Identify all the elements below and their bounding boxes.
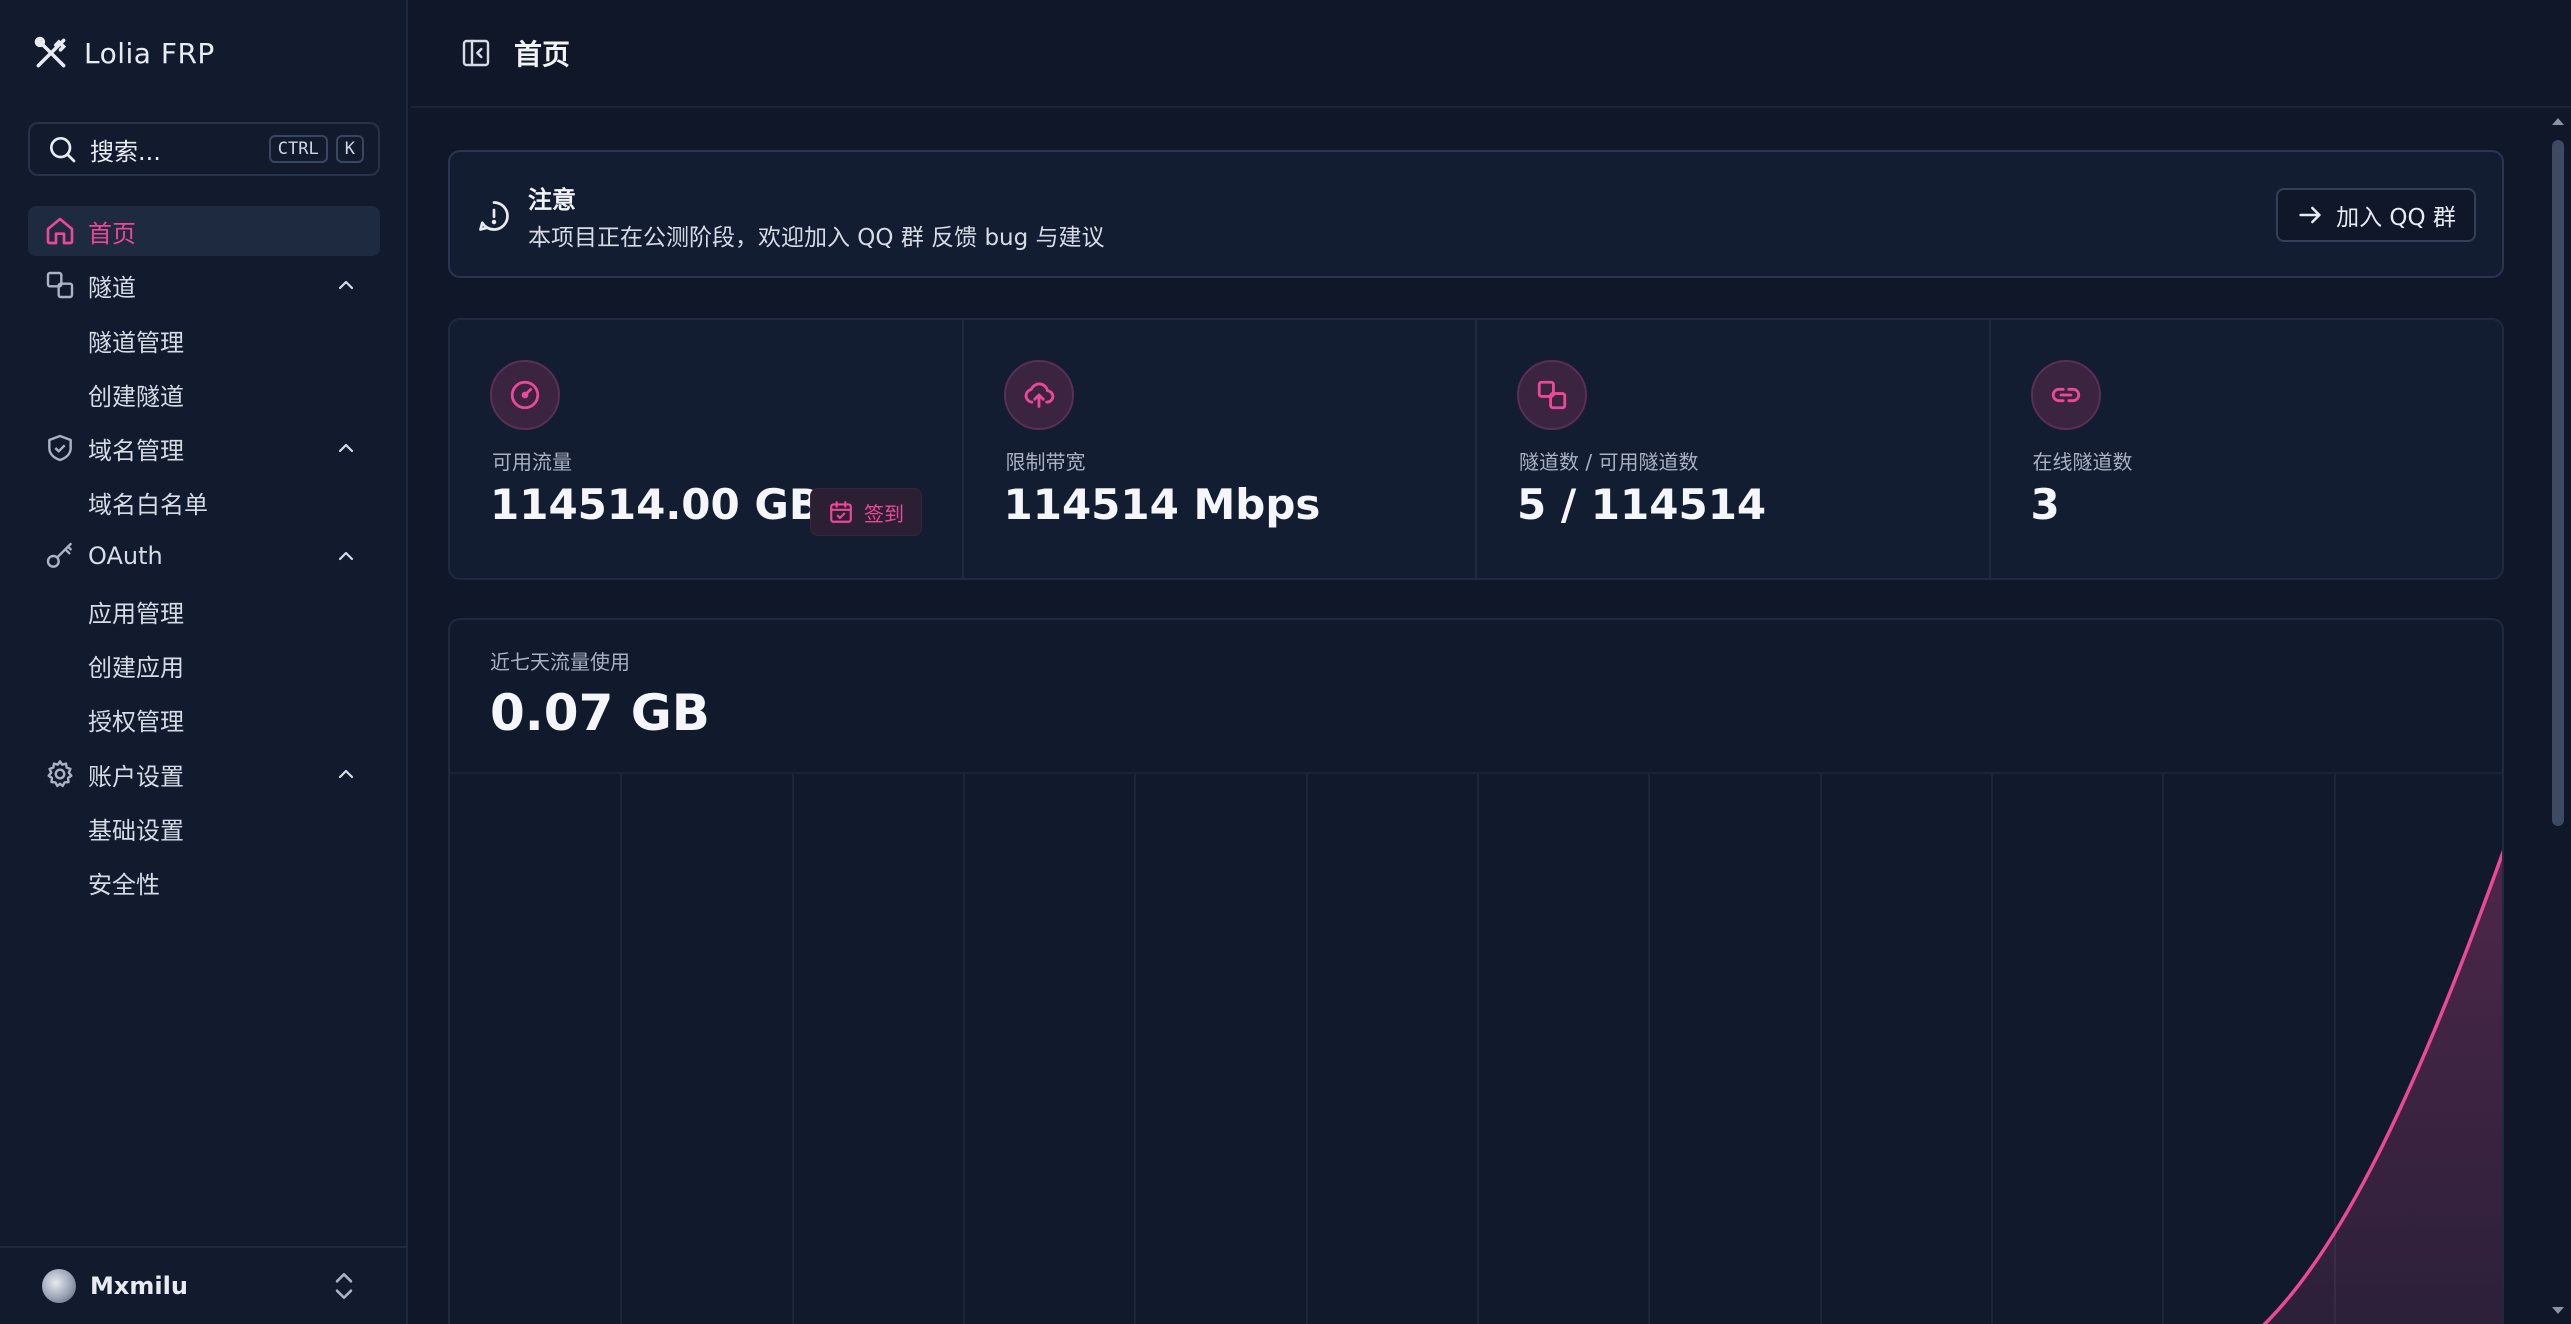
- sidebar-item-domain-whitelist[interactable]: 域名白名单: [88, 480, 208, 524]
- join-qq-group-label: 加入 QQ 群: [2336, 205, 2456, 231]
- chevron-up-icon[interactable]: [334, 762, 358, 786]
- brand[interactable]: Lolia FRP: [32, 32, 215, 74]
- stat-label: 隧道数 / 可用隧道数: [1519, 450, 1699, 474]
- traffic-usage-card: 近七天流量使用 0.07 GB: [448, 618, 2504, 1324]
- usage-area: [2264, 854, 2502, 1324]
- search-placeholder: 搜索...: [90, 137, 161, 166]
- checkin-label: 签到: [864, 501, 904, 526]
- top-header: 首页: [410, 0, 2571, 108]
- sidebar-item-label: 域名管理: [88, 436, 184, 465]
- sidebar-item-security[interactable]: 安全性: [88, 860, 160, 904]
- tunnel-icon: [46, 271, 74, 299]
- scroll-down-arrow-icon[interactable]: [2551, 1306, 2565, 1316]
- key-icon: [46, 542, 72, 568]
- usage-chart: [450, 772, 2502, 1324]
- shortcut-k-key: K: [335, 135, 364, 163]
- usage-chart-svg: [620, 774, 2502, 1324]
- cloud-upload-icon: [1003, 360, 1074, 430]
- sidebar-group-oauth[interactable]: OAuth: [28, 531, 380, 581]
- notice-banner: 注意 本项目正在公测阶段，欢迎加入 QQ 群 反馈 bug 与建议 加入 QQ …: [448, 150, 2504, 278]
- sidebar-item-label: 账户设置: [88, 762, 184, 791]
- sidebar-item-auth-manage[interactable]: 授权管理: [88, 697, 184, 741]
- shield-check-icon: [48, 434, 72, 462]
- gauge-icon: [490, 360, 560, 430]
- chart-gridlines: [620, 774, 2336, 1324]
- sidebar-item-basic-settings[interactable]: 基础设置: [88, 806, 184, 850]
- stat-bandwidth: 限制带宽 114514 Mbps: [961, 320, 1476, 578]
- stat-label: 限制带宽: [1005, 450, 1086, 474]
- sidebar-item-tunnel-manage[interactable]: 隧道管理: [88, 318, 184, 362]
- sidebar-group-account[interactable]: 账户设置: [28, 749, 380, 799]
- gear-icon: [47, 760, 73, 788]
- sidebar-item-tunnel-create[interactable]: 创建隧道: [88, 372, 184, 416]
- sidebar-item-label: 首页: [88, 219, 136, 248]
- tunnel-icon: [1517, 360, 1587, 430]
- chevron-up-icon[interactable]: [334, 544, 358, 568]
- app-name: Lolia FRP: [84, 36, 215, 70]
- join-qq-group-button[interactable]: 加入 QQ 群: [2276, 188, 2476, 242]
- shortcut-ctrl-key: CTRL: [268, 135, 328, 163]
- stat-value: 3: [2030, 480, 2060, 529]
- scroll-up-arrow-icon[interactable]: [2551, 116, 2565, 126]
- stat-tunnels: 隧道数 / 可用隧道数 5 / 114514: [1475, 320, 1989, 578]
- sidebar-item-home[interactable]: 首页: [28, 206, 380, 256]
- arrow-right-icon: [2299, 206, 2321, 224]
- stats-panel: 可用流量 114514.00 GB 签到 限制带宽 114514 Mbps 隧道…: [448, 318, 2504, 580]
- search-box[interactable]: 搜索... CTRL K: [28, 122, 380, 176]
- page-title: 首页: [514, 38, 571, 71]
- chevron-up-icon[interactable]: [334, 273, 358, 297]
- sidebar-item-app-manage[interactable]: 应用管理: [88, 589, 184, 633]
- usage-value: 0.07 GB: [490, 684, 710, 742]
- search-icon: [50, 137, 76, 163]
- sidebar: Lolia FRP 搜索... CTRL K 首页 隧道 隧道管理 创建隧道 域…: [0, 0, 408, 1324]
- chevrons-up-down-icon: [335, 1273, 353, 1299]
- notice-text: 本项目正在公测阶段，欢迎加入 QQ 群 反馈 bug 与建议: [528, 225, 1105, 251]
- chevron-up-icon[interactable]: [334, 436, 358, 460]
- sidebar-item-app-create[interactable]: 创建应用: [88, 643, 184, 687]
- stat-value: 114514 Mbps: [1003, 480, 1321, 529]
- sidebar-item-label: OAuth: [88, 542, 163, 570]
- stat-value: 114514.00 GB: [490, 480, 821, 529]
- stat-label: 可用流量: [492, 450, 572, 474]
- stat-traffic: 可用流量 114514.00 GB 签到: [450, 320, 962, 578]
- sidebar-group-tunnels[interactable]: 隧道: [28, 260, 380, 310]
- notice-title: 注意: [528, 186, 576, 214]
- sidebar-toggle-icon[interactable]: [460, 37, 492, 69]
- user-menu[interactable]: Mxmilu: [0, 1246, 406, 1324]
- sidebar-item-label: 隧道: [88, 273, 136, 302]
- stat-online: 在线隧道数 3: [1988, 320, 2503, 578]
- stat-value: 5 / 114514: [1517, 480, 1767, 529]
- scroll-thumb[interactable]: [2552, 140, 2564, 826]
- checkin-button[interactable]: 签到: [810, 488, 922, 536]
- avatar: [42, 1269, 76, 1303]
- page-scrollbar[interactable]: [2545, 108, 2571, 1324]
- home-icon: [46, 217, 74, 245]
- calendar-check-icon: [830, 501, 852, 523]
- username: Mxmilu: [90, 1272, 188, 1300]
- sidebar-group-domains[interactable]: 域名管理: [28, 423, 380, 473]
- message-alert-icon: [479, 201, 509, 231]
- link-icon: [2030, 360, 2101, 430]
- tools-logo-icon: [34, 36, 67, 68]
- usage-label: 近七天流量使用: [490, 650, 630, 674]
- stat-label: 在线隧道数: [2032, 450, 2133, 474]
